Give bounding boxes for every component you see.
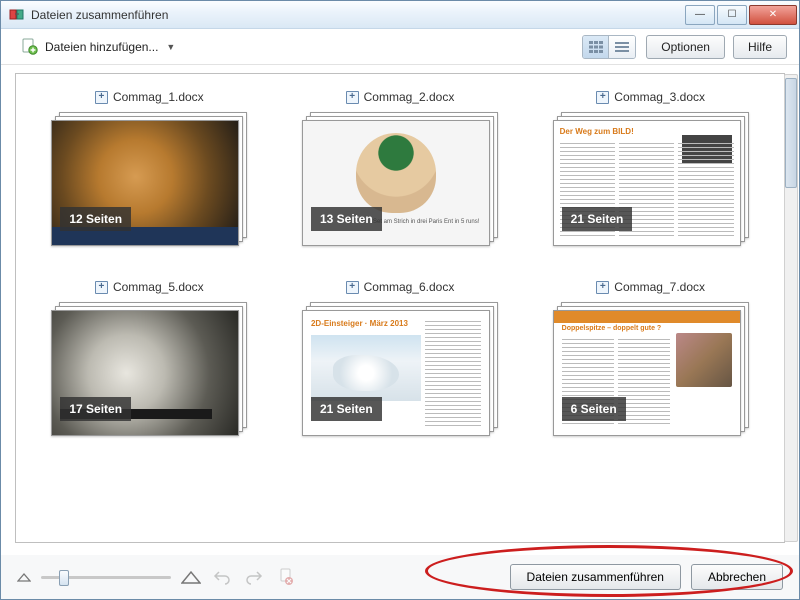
add-files-icon (21, 38, 39, 56)
expand-icon[interactable]: + (596, 281, 609, 294)
minimize-button[interactable]: — (685, 5, 715, 25)
zoom-out-icon[interactable] (17, 572, 31, 582)
undo-icon[interactable] (211, 566, 233, 588)
thumbnail-stack[interactable]: 17 Seiten (51, 302, 247, 436)
file-item[interactable]: + Commag_6.docx 2D-Einsteiger · März 20132… (287, 280, 514, 436)
chevron-down-icon: ▼ (166, 42, 175, 52)
thumbnail-view-button[interactable] (583, 36, 609, 58)
file-name-row: + Commag_5.docx (95, 280, 204, 294)
add-files-dropdown[interactable]: Dateien hinzufügen... ▼ (13, 35, 183, 59)
page-count-badge: 6 Seiten (562, 397, 626, 421)
titlebar: Dateien zusammenführen — ☐ ✕ (1, 1, 799, 29)
expand-icon[interactable]: + (596, 91, 609, 104)
file-item[interactable]: + Commag_3.docx Der Weg zum BILD!21 Seiten (537, 90, 764, 246)
page-count-badge: 21 Seiten (562, 207, 633, 231)
file-name-row: + Commag_2.docx (346, 90, 455, 104)
thumbnail-stack[interactable]: 2D-Einsteiger · März 201321 Seiten (302, 302, 498, 436)
file-name: Commag_1.docx (113, 90, 204, 104)
page-count-badge: 12 Seiten (60, 207, 131, 231)
file-name: Commag_5.docx (113, 280, 204, 294)
thumbnail-stack[interactable]: Der Weg zum BILD!21 Seiten (553, 112, 749, 246)
bottom-toolbar: Dateien zusammenführen Abbrechen (1, 555, 799, 599)
file-name-row: + Commag_1.docx (95, 90, 204, 104)
page-count-badge: 13 Seiten (311, 207, 382, 231)
thumbnail-stack[interactable]: Set am Strich in drei Paris Ent in 5 run… (302, 112, 498, 246)
vertical-scrollbar[interactable] (784, 74, 798, 542)
redo-icon[interactable] (243, 566, 265, 588)
file-name: Commag_7.docx (614, 280, 705, 294)
file-item[interactable]: + Commag_7.docx Doppelspitze – doppelt gut… (537, 280, 764, 436)
file-name-row: + Commag_7.docx (596, 280, 705, 294)
slider-thumb[interactable] (59, 570, 69, 586)
maximize-button[interactable]: ☐ (717, 5, 747, 25)
file-list-panel: + Commag_1.docx 12 Seiten + Commag_2.docx Set… (15, 73, 785, 543)
file-name: Commag_3.docx (614, 90, 705, 104)
zoom-in-icon[interactable] (181, 570, 201, 584)
thumbnail-stack[interactable]: Doppelspitze – doppelt gute ?6 Seiten (553, 302, 749, 436)
file-name: Commag_6.docx (364, 280, 455, 294)
file-grid: + Commag_1.docx 12 Seiten + Commag_2.docx Set… (16, 74, 784, 452)
expand-icon[interactable]: + (346, 91, 359, 104)
help-button[interactable]: Hilfe (733, 35, 787, 59)
file-item[interactable]: + Commag_2.docx Set am Strich in drei Pari… (287, 90, 514, 246)
expand-icon[interactable]: + (346, 281, 359, 294)
scrollbar-thumb[interactable] (785, 78, 797, 188)
file-name: Commag_2.docx (364, 90, 455, 104)
file-name-row: + Commag_6.docx (346, 280, 455, 294)
expand-icon[interactable]: + (95, 91, 108, 104)
expand-icon[interactable]: + (95, 281, 108, 294)
close-button[interactable]: ✕ (749, 5, 797, 25)
list-view-button[interactable] (609, 36, 635, 58)
add-files-label: Dateien hinzufügen... (45, 40, 158, 54)
page-count-badge: 17 Seiten (60, 397, 131, 421)
options-button[interactable]: Optionen (646, 35, 725, 59)
dialog-window: Dateien zusammenführen — ☐ ✕ Dateien hin… (0, 0, 800, 600)
remove-file-icon[interactable] (275, 566, 297, 588)
combine-files-button[interactable]: Dateien zusammenführen (510, 564, 681, 590)
toolbar: Dateien hinzufügen... ▼ Optionen Hilfe (1, 29, 799, 65)
page-count-badge: 21 Seiten (311, 397, 382, 421)
cancel-button[interactable]: Abbrechen (691, 564, 783, 590)
file-name-row: + Commag_3.docx (596, 90, 705, 104)
window-title: Dateien zusammenführen (31, 8, 685, 22)
view-mode-toggle (582, 35, 636, 59)
app-icon (9, 7, 25, 23)
thumbnail-stack[interactable]: 12 Seiten (51, 112, 247, 246)
file-item[interactable]: + Commag_5.docx 17 Seiten (36, 280, 263, 436)
window-controls: — ☐ ✕ (685, 5, 799, 25)
zoom-slider[interactable] (41, 568, 171, 586)
file-item[interactable]: + Commag_1.docx 12 Seiten (36, 90, 263, 246)
